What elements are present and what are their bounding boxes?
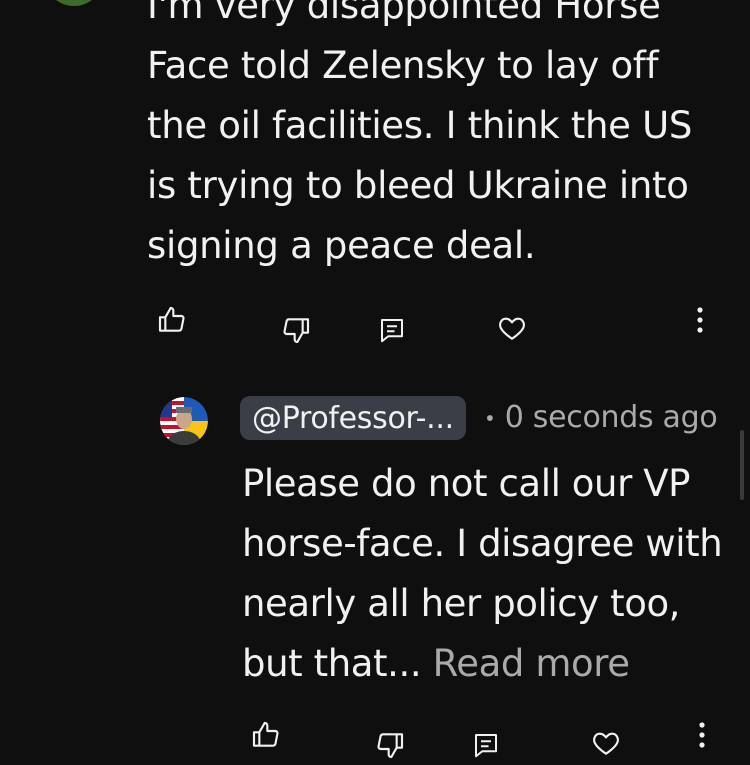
reply-icon [381,319,403,343]
reply-action-bar [0,715,750,765]
like-button[interactable] [152,300,192,340]
thumbs-down-icon [283,318,310,344]
reply-text: Please do not call our VP horse-face. I … [242,454,732,694]
reply-icon [475,734,497,758]
author-handle-chip[interactable]: @Professor-... [240,396,466,440]
separator-dot: • [484,406,496,431]
more-vertical-icon [697,307,703,333]
more-options-button[interactable] [680,300,720,340]
thumbs-up-icon [252,721,279,747]
avatar-image [160,397,208,445]
timestamp: 0 seconds ago [504,400,718,435]
thumbs-down-icon [377,733,404,759]
reply-like-button[interactable] [246,715,286,755]
heart-icon [593,732,619,755]
commenter-avatar[interactable] [44,0,104,6]
reply-meta: • 0 seconds ago [484,398,718,438]
read-more-link[interactable]: Read more [433,642,630,685]
reply-button[interactable] [372,310,412,350]
reply-heart-button[interactable] [586,723,626,763]
heart-button[interactable] [492,308,532,348]
comment-text: I'm very disappointed Horse Face told Ze… [147,0,693,267]
scrollbar[interactable] [740,430,744,500]
reply-reply-button[interactable] [466,725,506,765]
comment-action-bar [0,300,750,350]
reply-dislike-button[interactable] [370,725,410,765]
more-vertical-icon [699,722,705,748]
thumbs-up-icon [158,306,185,332]
dislike-button[interactable] [276,310,316,350]
author-handle: @Professor-... [252,400,454,436]
heart-icon [499,317,525,340]
reply-more-options-button[interactable] [682,715,722,755]
reply-avatar[interactable] [160,397,208,445]
